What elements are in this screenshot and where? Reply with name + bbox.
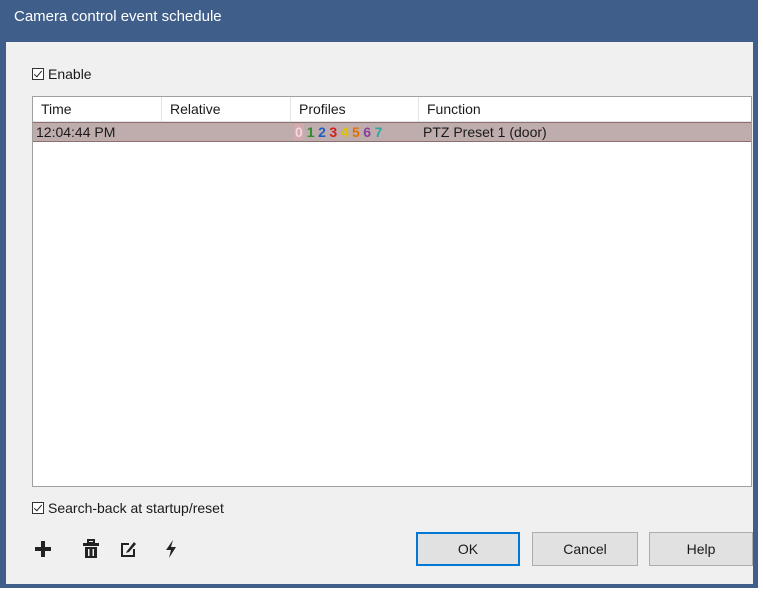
cancel-button[interactable]: Cancel [532, 532, 638, 566]
cell-profiles: 01234567 [291, 123, 386, 141]
event-list[interactable]: Time Relative Profiles Function 12:04:44… [32, 96, 752, 487]
column-header-time[interactable]: Time [33, 97, 162, 121]
add-icon[interactable] [32, 538, 54, 560]
enable-label: Enable [48, 66, 92, 82]
cell-time: 12:04:44 PM [36, 124, 116, 140]
column-header-relative[interactable]: Relative [162, 97, 291, 121]
schedule-dialog: Camera control event schedule Enable Tim… [0, 0, 758, 588]
profile-1: 1 [306, 124, 315, 140]
cell-function: PTZ Preset 1 (door) [423, 124, 547, 140]
search-back-label: Search-back at startup/reset [48, 500, 224, 516]
enable-checkbox[interactable] [32, 68, 44, 80]
dialog-title: Camera control event schedule [6, 0, 753, 42]
profile-5: 5 [351, 124, 360, 140]
profile-0: 0 [294, 124, 304, 140]
profile-2: 2 [318, 124, 326, 140]
profile-6: 6 [363, 124, 372, 140]
edit-icon[interactable] [117, 538, 139, 560]
trigger-icon[interactable] [160, 538, 182, 560]
column-header-profiles[interactable]: Profiles [291, 97, 419, 121]
enable-checkbox-row[interactable]: Enable [32, 66, 92, 82]
list-header: Time Relative Profiles Function [33, 97, 751, 122]
profile-7: 7 [374, 124, 383, 140]
ok-button[interactable]: OK [416, 532, 520, 566]
table-row[interactable]: 12:04:44 PM 01234567 PTZ Preset 1 (door) [33, 122, 751, 142]
column-header-function[interactable]: Function [419, 97, 751, 121]
delete-icon[interactable] [80, 538, 102, 560]
search-back-checkbox[interactable] [32, 502, 44, 514]
help-button[interactable]: Help [649, 532, 753, 566]
profile-4: 4 [340, 124, 349, 140]
cell-relative [162, 123, 165, 141]
profile-3: 3 [329, 124, 338, 140]
search-back-checkbox-row[interactable]: Search-back at startup/reset [32, 500, 224, 516]
